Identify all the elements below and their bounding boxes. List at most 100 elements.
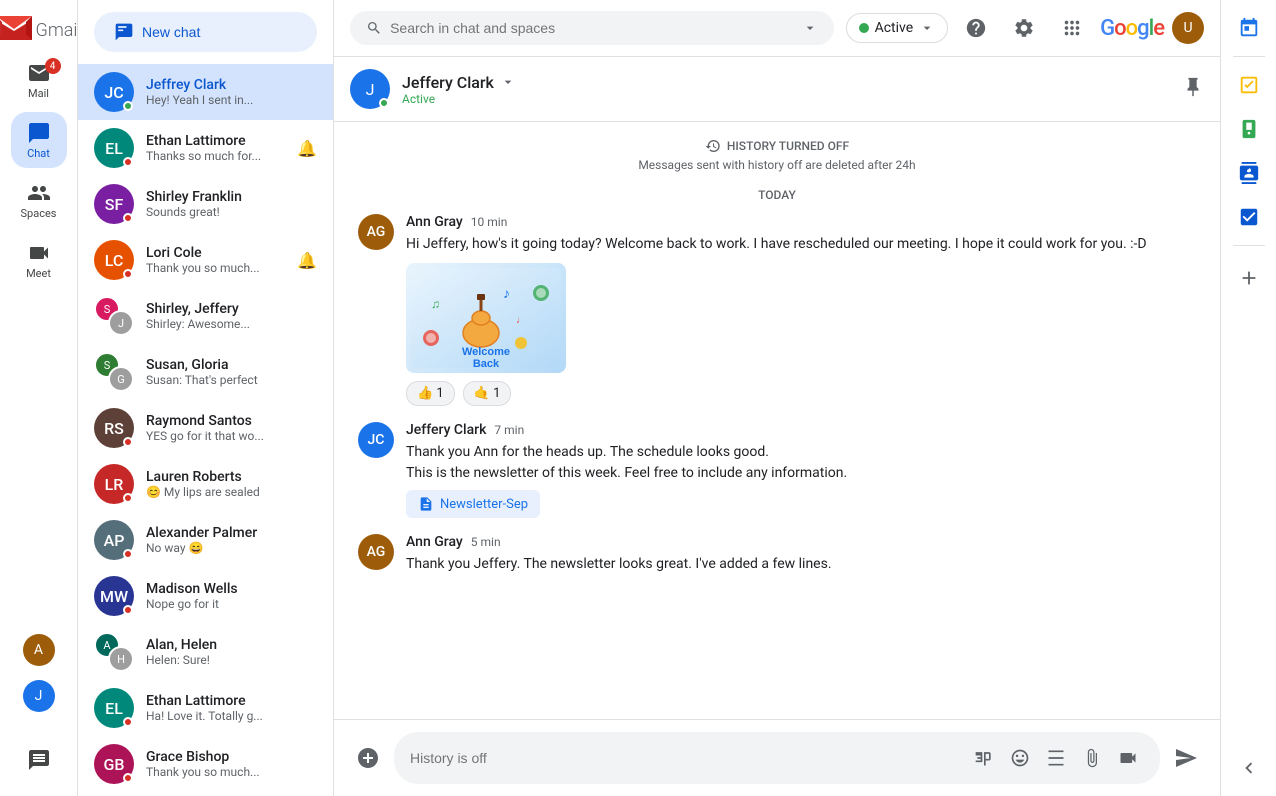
pin-icon xyxy=(1182,76,1204,98)
message-header: Ann Gray 10 min xyxy=(406,214,1196,230)
video-button[interactable] xyxy=(1112,742,1144,774)
chat-avatar: MW xyxy=(94,576,134,616)
send-icon xyxy=(1174,746,1198,770)
calendar-button[interactable] xyxy=(1229,8,1269,48)
chat-header: J Jeffery Clark Active xyxy=(334,57,1220,122)
input-area xyxy=(334,719,1220,796)
message-header: Ann Gray 5 min xyxy=(406,534,1196,550)
mail-label: Mail xyxy=(28,87,49,100)
topbar: Active Google U xyxy=(334,0,1220,57)
message-sender: Jeffery Clark xyxy=(406,422,486,438)
active-badge[interactable]: Active xyxy=(846,13,949,43)
rail-mail[interactable]: Mail 4 xyxy=(11,52,67,108)
help-button[interactable] xyxy=(956,8,996,48)
chat-avatar: RS xyxy=(94,408,134,448)
input-box[interactable] xyxy=(394,732,1160,784)
welcome-image: ♪ ♫ ♩ Welcome Back xyxy=(406,263,566,373)
send-button[interactable] xyxy=(1168,740,1204,776)
apps-button[interactable] xyxy=(1052,8,1092,48)
chat-name: Shirley, Jeffery xyxy=(146,301,305,317)
right-divider-2 xyxy=(1233,245,1265,246)
messages-area: HISTORY TURNED OFF Messages sent with hi… xyxy=(334,122,1220,719)
chat-header-name[interactable]: Jeffery Clark xyxy=(402,73,1170,92)
chat-list-item[interactable]: EL Ethan Lattimore Thanks so much for...… xyxy=(78,120,333,176)
message-content: Ann Gray 10 min Hi Jeffery, how's it goi… xyxy=(406,214,1196,406)
chat-name: Alan, Helen xyxy=(146,637,305,653)
chat-preview: Shirley: Awesome... xyxy=(146,317,305,331)
sidebar: New chat JC Jeffrey Clark Hey! Yeah I se… xyxy=(78,0,334,796)
newsletter-attachment[interactable]: Newsletter-Sep xyxy=(406,490,540,518)
chat-name: Grace Bishop xyxy=(146,749,305,765)
format-button[interactable] xyxy=(968,742,1000,774)
chat-list-item[interactable]: EL Ethan Lattimore Ha! Love it. Totally … xyxy=(78,680,333,736)
chat-list-item[interactable]: LR Lauren Roberts 😊 My lips are sealed xyxy=(78,456,333,512)
mail-badge: 4 xyxy=(45,58,61,74)
date-divider: TODAY xyxy=(358,188,1196,202)
chat-list-item[interactable]: LC Lori Cole Thank you so much... 🔔 xyxy=(78,232,333,288)
chat-preview: YES go for it that wo... xyxy=(146,429,305,443)
meet-label: Meet xyxy=(26,267,51,280)
chat-header-status: Active xyxy=(402,92,1170,106)
tasks-icon xyxy=(1238,74,1260,96)
meet-icon xyxy=(27,241,51,265)
search-box[interactable] xyxy=(350,11,834,45)
chat-preview: Helen: Sure! xyxy=(146,653,305,667)
chat-list-item[interactable]: A H Alan, Helen Helen: Sure! xyxy=(78,624,333,680)
chat-header-info: Jeffery Clark Active xyxy=(402,73,1170,106)
reaction-thumbsup[interactable]: 👍 1 xyxy=(406,381,455,406)
expand-icon xyxy=(1238,757,1260,779)
right-divider-1 xyxy=(1233,56,1265,57)
chat-list-item[interactable]: S J Shirley, Jeffery Shirley: Awesome... xyxy=(78,288,333,344)
user-avatar[interactable]: U xyxy=(1172,12,1204,44)
chat-list-item[interactable]: RS Raymond Santos YES go for it that wo.… xyxy=(78,400,333,456)
rail-chat[interactable]: Chat xyxy=(11,112,67,168)
chat-list-item[interactable]: JC Jeffrey Clark Hey! Yeah I sent in... xyxy=(78,64,333,120)
chat-list-item[interactable]: AP Alexander Palmer No way 😄 xyxy=(78,512,333,568)
mention-button[interactable] xyxy=(1040,742,1072,774)
chat-info: Alexander Palmer No way 😄 xyxy=(146,525,305,555)
tasks-button[interactable] xyxy=(1229,65,1269,105)
chat-preview: Susan: That's perfect xyxy=(146,373,305,387)
keep-button[interactable] xyxy=(1229,109,1269,149)
pin-button[interactable] xyxy=(1182,76,1204,103)
left-rail: Gmail Mail 4 Chat Spaces Meet A J xyxy=(0,0,78,796)
message-text: Thank you Ann for the heads up. The sche… xyxy=(406,442,1196,484)
rail-chat-bubble[interactable] xyxy=(11,732,67,788)
contacts-button[interactable] xyxy=(1229,153,1269,193)
spaces-icon xyxy=(27,181,51,205)
expand-panel-button[interactable] xyxy=(1229,748,1269,788)
chat-icon xyxy=(27,121,51,145)
add-button[interactable] xyxy=(350,740,386,776)
chat-avatar: LR xyxy=(94,464,134,504)
message-input[interactable] xyxy=(410,750,960,766)
chat-list-item[interactable]: SF Shirley Franklin Sounds great! xyxy=(78,176,333,232)
search-input[interactable] xyxy=(390,20,793,36)
new-chat-button[interactable]: New chat xyxy=(94,12,317,52)
rail-meet[interactable]: Meet xyxy=(11,232,67,288)
chat-info: Grace Bishop Thank you so much... xyxy=(146,749,305,779)
dropdown-icon xyxy=(802,19,818,37)
reaction-callme[interactable]: 🤙 1 xyxy=(463,381,512,406)
message-row: JC Jeffery Clark 7 min Thank you Ann for… xyxy=(358,422,1196,518)
chat-list-item[interactable]: KO Keith Obrien Good morning eve... xyxy=(78,792,333,796)
message-time: 5 min xyxy=(471,535,501,549)
newsletter-label: Newsletter-Sep xyxy=(440,497,528,512)
chat-list-item[interactable]: S G Susan, Gloria Susan: That's perfect xyxy=(78,344,333,400)
contacts-icon xyxy=(1238,162,1260,184)
recent-avatar-1[interactable]: A xyxy=(23,634,55,666)
chat-list-item[interactable]: MW Madison Wells Nope go for it xyxy=(78,568,333,624)
chat-name: Susan, Gloria xyxy=(146,357,305,373)
topbar-right: Active Google U xyxy=(846,8,1204,48)
chat-list-item[interactable]: GB Grace Bishop Thank you so much... xyxy=(78,736,333,792)
settings-button[interactable] xyxy=(1004,8,1044,48)
add-apps-button[interactable] xyxy=(1229,258,1269,298)
checklist-button[interactable] xyxy=(1229,197,1269,237)
chat-name: Alexander Palmer xyxy=(146,525,305,541)
recent-avatar-2[interactable]: J xyxy=(23,680,55,712)
attach-button[interactable] xyxy=(1076,742,1108,774)
new-chat-label: New chat xyxy=(142,24,200,40)
chat-name: Raymond Santos xyxy=(146,413,305,429)
chat-info: Lauren Roberts 😊 My lips are sealed xyxy=(146,469,305,499)
emoji-button[interactable] xyxy=(1004,742,1036,774)
rail-spaces[interactable]: Spaces xyxy=(11,172,67,228)
